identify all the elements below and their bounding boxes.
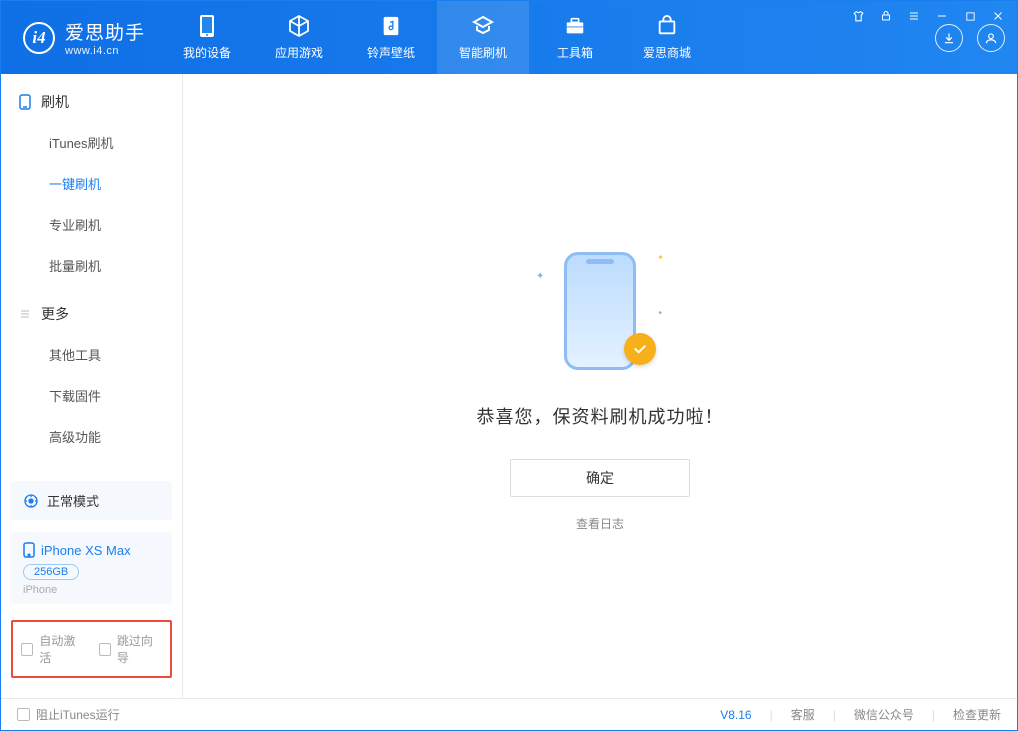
nav-label: 应用游戏 [275,44,323,61]
minimize-button[interactable] [935,9,949,23]
sidebar-item-batch-flash[interactable]: 批量刷机 [1,245,182,286]
sparkle-icon: ✦ [536,271,544,282]
support-link[interactable]: 客服 [791,706,815,723]
app-name-en: www.i4.cn [65,45,145,57]
statusbar: 阻止iTunes运行 V8.16 | 客服 | 微信公众号 | 检查更新 [1,698,1017,730]
separator: | [932,708,935,722]
lock-icon[interactable] [879,9,893,23]
nav-store[interactable]: 爱思商城 [621,1,713,74]
main-nav: 我的设备 应用游戏 铃声壁纸 智能刷机 工具箱 爱思商城 [161,1,713,74]
check-update-link[interactable]: 检查更新 [953,706,1001,723]
check-badge-icon [624,333,656,365]
view-log-link[interactable]: 查看日志 [576,515,624,532]
checkbox-icon [99,643,111,656]
sidebar-item-onekey-flash[interactable]: 一键刷机 [1,163,182,204]
wechat-link[interactable]: 微信公众号 [854,706,914,723]
nav-toolbox[interactable]: 工具箱 [529,1,621,74]
refresh-icon [471,14,495,38]
sparkle-icon: • [658,308,662,319]
sidebar-section-title: 更多 [41,304,69,324]
device-icon [198,14,216,38]
window-controls [851,9,1005,23]
close-button[interactable] [991,9,1005,23]
checkbox-icon [17,708,30,721]
mode-icon [23,493,39,509]
checkbox-label: 自动激活 [39,632,84,666]
nav-label: 铃声壁纸 [367,44,415,61]
user-button[interactable] [977,24,1005,52]
checkbox-auto-activate[interactable]: 自动激活 [21,632,85,666]
app-window: i4 爱思助手 www.i4.cn 我的设备 应用游戏 铃声壁纸 智能刷机 [0,0,1018,731]
nav-smart-flash[interactable]: 智能刷机 [437,1,529,74]
cart-icon [655,14,679,38]
nav-ringtones[interactable]: 铃声壁纸 [345,1,437,74]
checkbox-icon [21,643,33,656]
nav-label: 我的设备 [183,44,231,61]
toolbox-icon [563,14,587,38]
app-name-cn: 爱思助手 [65,18,145,45]
sidebar-section-title: 刷机 [41,92,69,112]
tshirt-icon[interactable] [851,9,865,23]
device-name: iPhone XS Max [41,543,131,558]
device-mode-card[interactable]: 正常模式 [11,481,172,520]
sidebar-item-other-tools[interactable]: 其他工具 [1,334,182,375]
logo-badge-icon: i4 [23,22,55,54]
confirm-button[interactable]: 确定 [510,459,690,497]
separator: | [833,708,836,722]
success-illustration: ✦ ✦ • [540,241,660,381]
device-mode-label: 正常模式 [47,491,99,510]
separator: | [770,708,773,722]
logo-text: 爱思助手 www.i4.cn [65,18,145,57]
maximize-button[interactable] [963,9,977,23]
phone-icon [19,94,31,110]
nav-my-device[interactable]: 我的设备 [161,1,253,74]
device-phone-icon [23,542,35,558]
device-platform: iPhone [23,584,160,596]
success-message: 恭喜您，保资料刷机成功啦！ [477,403,724,429]
nav-label: 智能刷机 [459,44,507,61]
checkbox-skip-guide[interactable]: 跳过向导 [99,632,163,666]
download-button[interactable] [935,24,963,52]
cube-icon [287,14,311,38]
device-storage-tag: 256GB [23,564,79,580]
sidebar-spacer [1,457,182,475]
checkbox-block-itunes[interactable]: 阻止iTunes运行 [17,706,120,723]
music-icon [380,14,402,38]
phone-notch [586,259,614,264]
checkbox-label: 阻止iTunes运行 [36,706,120,723]
version-label: V8.16 [720,708,751,722]
nav-label: 爱思商城 [643,44,691,61]
sparkle-icon: ✦ [657,253,664,262]
flash-options-highlight: 自动激活 跳过向导 [11,620,172,678]
app-logo: i4 爱思助手 www.i4.cn [1,1,161,74]
checkbox-label: 跳过向导 [117,632,162,666]
menu-icon [19,308,31,320]
sidebar-item-download-firmware[interactable]: 下载固件 [1,375,182,416]
nav-label: 工具箱 [557,44,593,61]
main-content: ✦ ✦ • 恭喜您，保资料刷机成功啦！ 确定 查看日志 [183,74,1017,698]
sidebar-item-advanced[interactable]: 高级功能 [1,416,182,457]
sidebar-item-pro-flash[interactable]: 专业刷机 [1,204,182,245]
body: 刷机 iTunes刷机 一键刷机 专业刷机 批量刷机 更多 其他工具 下载固件 … [1,74,1017,698]
sidebar-section-more: 更多 [1,286,182,334]
nav-apps-games[interactable]: 应用游戏 [253,1,345,74]
device-info-card[interactable]: iPhone XS Max 256GB iPhone [11,532,172,604]
sidebar-item-itunes-flash[interactable]: iTunes刷机 [1,122,182,163]
statusbar-right: V8.16 | 客服 | 微信公众号 | 检查更新 [720,706,1001,723]
sidebar: 刷机 iTunes刷机 一键刷机 专业刷机 批量刷机 更多 其他工具 下载固件 … [1,74,183,698]
menu-icon[interactable] [907,9,921,23]
sidebar-section-flash: 刷机 [1,74,182,122]
